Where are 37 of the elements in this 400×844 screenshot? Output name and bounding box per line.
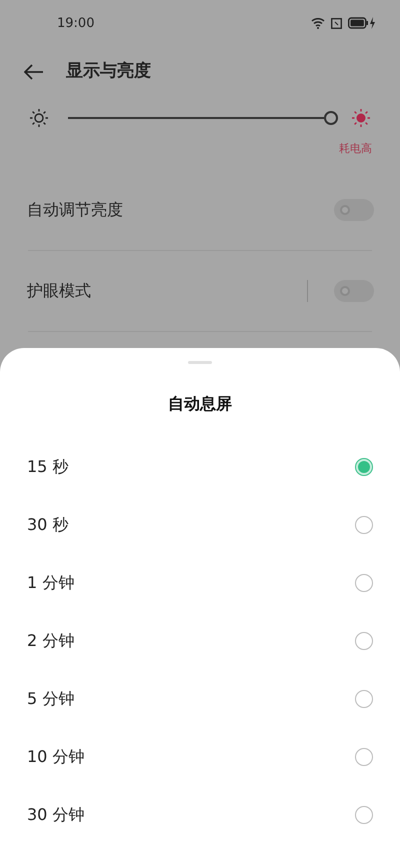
option-label: 15 秒 — [27, 456, 70, 478]
sheet-title: 自动息屏 — [167, 393, 233, 415]
option-label: 10 分钟 — [27, 746, 86, 768]
setting-label: 自动调节亮度 — [27, 198, 124, 221]
timeout-option[interactable]: 2 分钟 — [0, 612, 400, 670]
timeout-option[interactable]: 1 分钟 — [0, 554, 400, 612]
option-label: 2 分钟 — [27, 630, 76, 652]
option-label: 1 分钟 — [27, 572, 76, 594]
option-label: 5 分钟 — [27, 688, 76, 710]
timeout-option[interactable]: 30 分钟 — [0, 786, 400, 844]
status-time: 19:00 — [57, 14, 94, 33]
toggle-switch[interactable] — [334, 280, 374, 302]
setting-label: 护眼模式 — [27, 280, 92, 302]
radio-button[interactable] — [355, 574, 373, 592]
option-label: 30 秒 — [27, 514, 70, 536]
radio-button[interactable] — [355, 748, 373, 766]
timeout-option[interactable]: 15 秒 — [0, 438, 400, 496]
brightness-slider[interactable] — [68, 111, 338, 126]
radio-button[interactable] — [355, 516, 373, 534]
low-brightness-icon — [30, 109, 48, 128]
power-warning: 耗电高 — [339, 141, 372, 158]
timeout-option[interactable]: 30 秒 — [0, 496, 400, 554]
slider-thumb[interactable] — [324, 111, 338, 126]
back-icon[interactable] — [24, 64, 44, 80]
timeout-option[interactable]: 5 分钟 — [0, 670, 400, 728]
page-title: 显示与亮度 — [66, 60, 151, 84]
wifi-icon — [311, 17, 325, 30]
toggle-switch[interactable] — [334, 198, 374, 221]
option-label: 30 分钟 — [27, 804, 86, 826]
sim-icon — [331, 18, 342, 29]
radio-button[interactable] — [355, 458, 373, 476]
high-brightness-icon — [352, 109, 370, 128]
battery-charging-icon — [348, 17, 376, 30]
timeout-option[interactable]: 10 分钟 — [0, 728, 400, 786]
radio-button[interactable] — [355, 690, 373, 708]
radio-button[interactable] — [355, 806, 373, 824]
radio-button[interactable] — [355, 632, 373, 650]
